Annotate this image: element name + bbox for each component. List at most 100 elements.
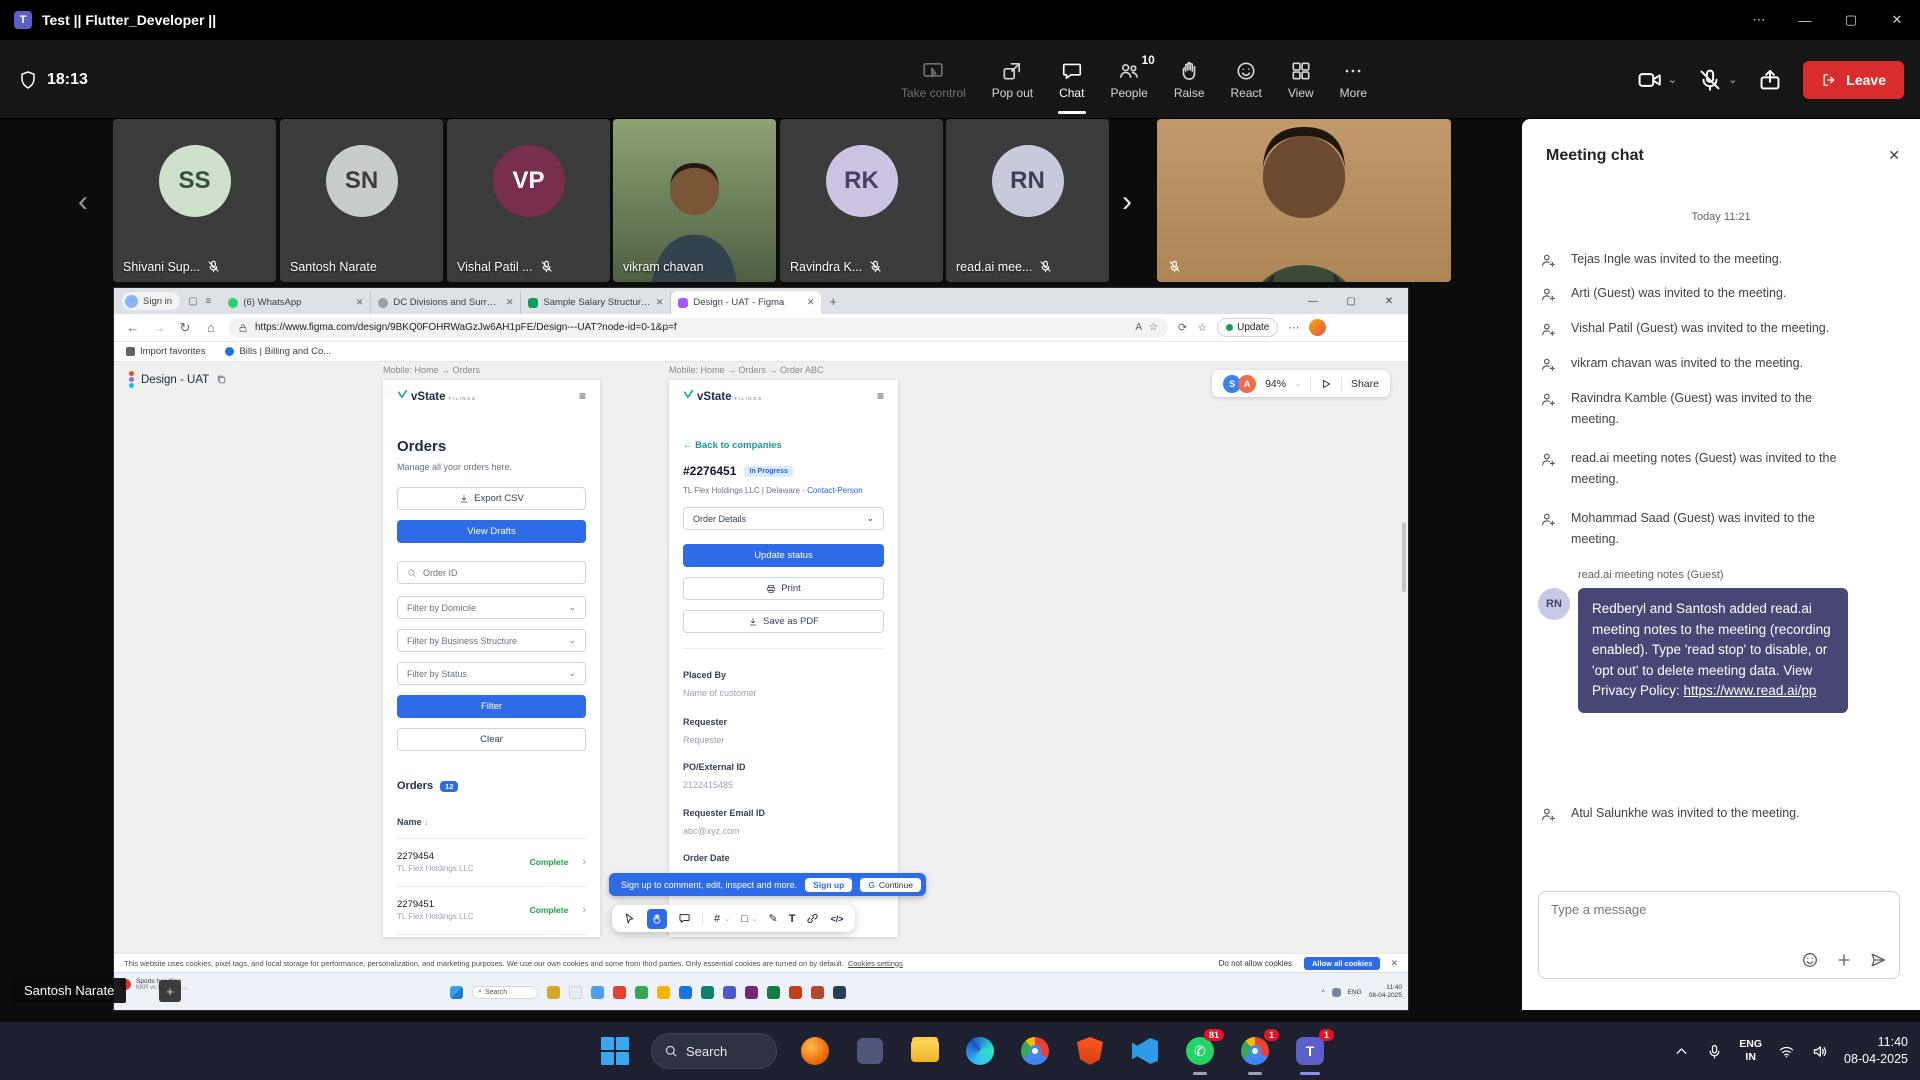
- cookie-close-icon[interactable]: ✕: [1390, 958, 1398, 969]
- frame-breadcrumb[interactable]: Mobile: Home → Orders: [383, 365, 480, 375]
- react-button[interactable]: React: [1218, 40, 1275, 119]
- camera-chevron-icon[interactable]: ⌄: [1668, 73, 1677, 86]
- browser-close-icon[interactable]: ✕: [1370, 288, 1408, 314]
- zoom-level[interactable]: 94%: [1265, 378, 1286, 390]
- language-indicator[interactable]: ENG IN: [1739, 1038, 1762, 1064]
- chat-message-bubble[interactable]: Redberyl and Santosh added read.ai meeti…: [1578, 588, 1848, 713]
- app-icon[interactable]: [853, 1034, 887, 1068]
- scroll-right-icon[interactable]: ›: [1122, 185, 1132, 219]
- frame-breadcrumb[interactable]: Mobile: Home → Orders → Order ABC: [669, 365, 824, 375]
- share-button[interactable]: [1757, 67, 1783, 93]
- minimize-button[interactable]: —: [1782, 0, 1828, 40]
- chevron-down-icon[interactable]: ⌄: [752, 915, 758, 923]
- sign-up-button[interactable]: Sign up: [805, 878, 852, 892]
- chrome-profile-icon[interactable]: 1: [1238, 1034, 1272, 1068]
- chat-button[interactable]: Chat: [1046, 40, 1097, 119]
- update-status-button[interactable]: Update status: [683, 544, 884, 567]
- vscode-icon[interactable]: [1128, 1034, 1162, 1068]
- pop-out-button[interactable]: Pop out: [979, 40, 1046, 119]
- chevron-down-icon[interactable]: ⌄: [724, 915, 730, 923]
- browser-tab[interactable]: DC Divisions and Surroundings ✕: [371, 291, 521, 314]
- collaborator-avatar[interactable]: A: [1238, 375, 1256, 393]
- text-tool-icon[interactable]: T: [789, 913, 796, 925]
- home-icon[interactable]: ⌂: [198, 320, 224, 335]
- file-explorer-icon[interactable]: [908, 1034, 942, 1068]
- order-row[interactable]: 2279451TL Flex Holdings LLC Complete ›: [397, 887, 586, 933]
- taskbar-clock[interactable]: 11:40 08-04-2025: [1844, 1034, 1908, 1069]
- shared-lang[interactable]: ENG: [1348, 989, 1362, 996]
- browser-tab-active[interactable]: Design - UAT - Figma ✕: [671, 291, 821, 314]
- tab-close-icon[interactable]: ✕: [656, 297, 664, 308]
- name-column-header[interactable]: Name ↓: [397, 817, 429, 827]
- code-tool-icon[interactable]: </>: [830, 914, 843, 924]
- presenter-zoom-icon[interactable]: +: [159, 980, 181, 1002]
- tray-icon[interactable]: [1332, 988, 1341, 997]
- start-icon[interactable]: [450, 986, 463, 999]
- link-tool-icon[interactable]: [806, 912, 819, 925]
- browser-minimize-icon[interactable]: —: [1294, 288, 1332, 314]
- privacy-policy-link[interactable]: https://www.read.ai/pp: [1684, 683, 1817, 698]
- google-continue-button[interactable]: GContinue: [860, 878, 921, 892]
- app-icon[interactable]: [723, 986, 736, 999]
- allow-cookies-button[interactable]: Allow all cookies: [1304, 957, 1380, 970]
- teams-icon[interactable]: T 1: [1293, 1034, 1327, 1068]
- hamburger-icon[interactable]: ≡: [877, 389, 884, 403]
- bookmark-star-icon[interactable]: ☆: [1149, 322, 1158, 333]
- figma-doc-chip[interactable]: Design - UAT: [129, 371, 227, 388]
- figma-canvas[interactable]: Design - UAT S A 94% ⌄ Share Mobile: Hom…: [114, 362, 1408, 992]
- scroll-left-icon[interactable]: ‹: [78, 185, 88, 219]
- hamburger-icon[interactable]: ≡: [579, 389, 586, 403]
- filter-domicile-select[interactable]: Filter by Domicile⌄: [397, 596, 586, 619]
- emoji-icon[interactable]: [1801, 951, 1819, 969]
- chat-message-input[interactable]: [1539, 892, 1881, 927]
- participant-tile[interactable]: VP Vishal Patil ...: [447, 119, 610, 282]
- deny-cookies-button[interactable]: Do not allow cookies: [1219, 959, 1292, 968]
- browser-tab[interactable]: Sample Salary Structure with cal... ✕: [521, 291, 671, 314]
- order-id-input[interactable]: Order ID: [397, 561, 586, 584]
- camera-button[interactable]: ⌄: [1637, 67, 1677, 93]
- send-icon[interactable]: [1869, 951, 1887, 969]
- app-icon[interactable]: [635, 986, 648, 999]
- view-drafts-button[interactable]: View Drafts: [397, 520, 586, 543]
- figma-frame-orders[interactable]: vState FILINGS ≡ Orders Manage all your …: [383, 380, 600, 937]
- tray-mic-icon[interactable]: [1706, 1043, 1723, 1060]
- more-button[interactable]: More: [1327, 40, 1380, 119]
- order-row[interactable]: 2279454TL Flex Holdings LLC Complete ›: [397, 839, 586, 885]
- back-icon[interactable]: ←: [120, 320, 146, 335]
- chrome-icon[interactable]: [1018, 1034, 1052, 1068]
- start-button[interactable]: [600, 1036, 630, 1066]
- move-tool-icon[interactable]: [623, 912, 636, 925]
- browser-maximize-icon[interactable]: ▢: [1332, 288, 1370, 314]
- shared-clock[interactable]: 11:40 08-04-2025: [1369, 984, 1402, 1001]
- comment-tool-icon[interactable]: [678, 912, 691, 925]
- tab-close-icon[interactable]: ✕: [807, 297, 815, 308]
- workspaces-icon[interactable]: ▢: [188, 296, 197, 307]
- tray-chevron-icon[interactable]: [1673, 1043, 1690, 1060]
- canvas-scrollbar[interactable]: [1402, 522, 1406, 592]
- tab-actions-icon[interactable]: ≡: [206, 296, 212, 307]
- refresh-icon[interactable]: ↻: [172, 320, 198, 336]
- app-icon[interactable]: [789, 986, 802, 999]
- filter-button[interactable]: Filter: [397, 695, 586, 718]
- app-icon[interactable]: [569, 986, 582, 999]
- filter-status-select[interactable]: Filter by Status⌄: [397, 662, 586, 685]
- app-icon[interactable]: [679, 986, 692, 999]
- figma-frame-order-detail[interactable]: vState FILINGS ≡ ← Back to companies #22…: [669, 380, 898, 937]
- frame-tool-icon[interactable]: #: [714, 913, 720, 925]
- cookie-settings-link[interactable]: Cookies settings: [848, 959, 903, 968]
- tab-close-icon[interactable]: ✕: [356, 297, 364, 308]
- raise-button[interactable]: Raise: [1161, 40, 1218, 119]
- filter-business-select[interactable]: Filter by Business Structure⌄: [397, 629, 586, 652]
- participant-tile[interactable]: vikram chavan: [613, 119, 776, 282]
- figma-share-button[interactable]: Share: [1351, 378, 1379, 390]
- read-aloud-icon[interactable]: A: [1135, 322, 1142, 333]
- maximize-button[interactable]: ▢: [1828, 0, 1874, 40]
- leave-button[interactable]: Leave: [1803, 61, 1904, 99]
- close-button[interactable]: ✕: [1874, 0, 1920, 40]
- url-field[interactable]: https://www.figma.com/design/9BKQ0FOHRWa…: [228, 318, 1168, 338]
- new-tab-icon[interactable]: +: [829, 294, 837, 309]
- export-csv-button[interactable]: Export CSV: [397, 487, 586, 510]
- participant-tile[interactable]: SN Santosh Narate: [280, 119, 443, 282]
- whatsapp-icon[interactable]: ✆ 81: [1183, 1034, 1217, 1068]
- chat-close-icon[interactable]: ✕: [1888, 147, 1900, 164]
